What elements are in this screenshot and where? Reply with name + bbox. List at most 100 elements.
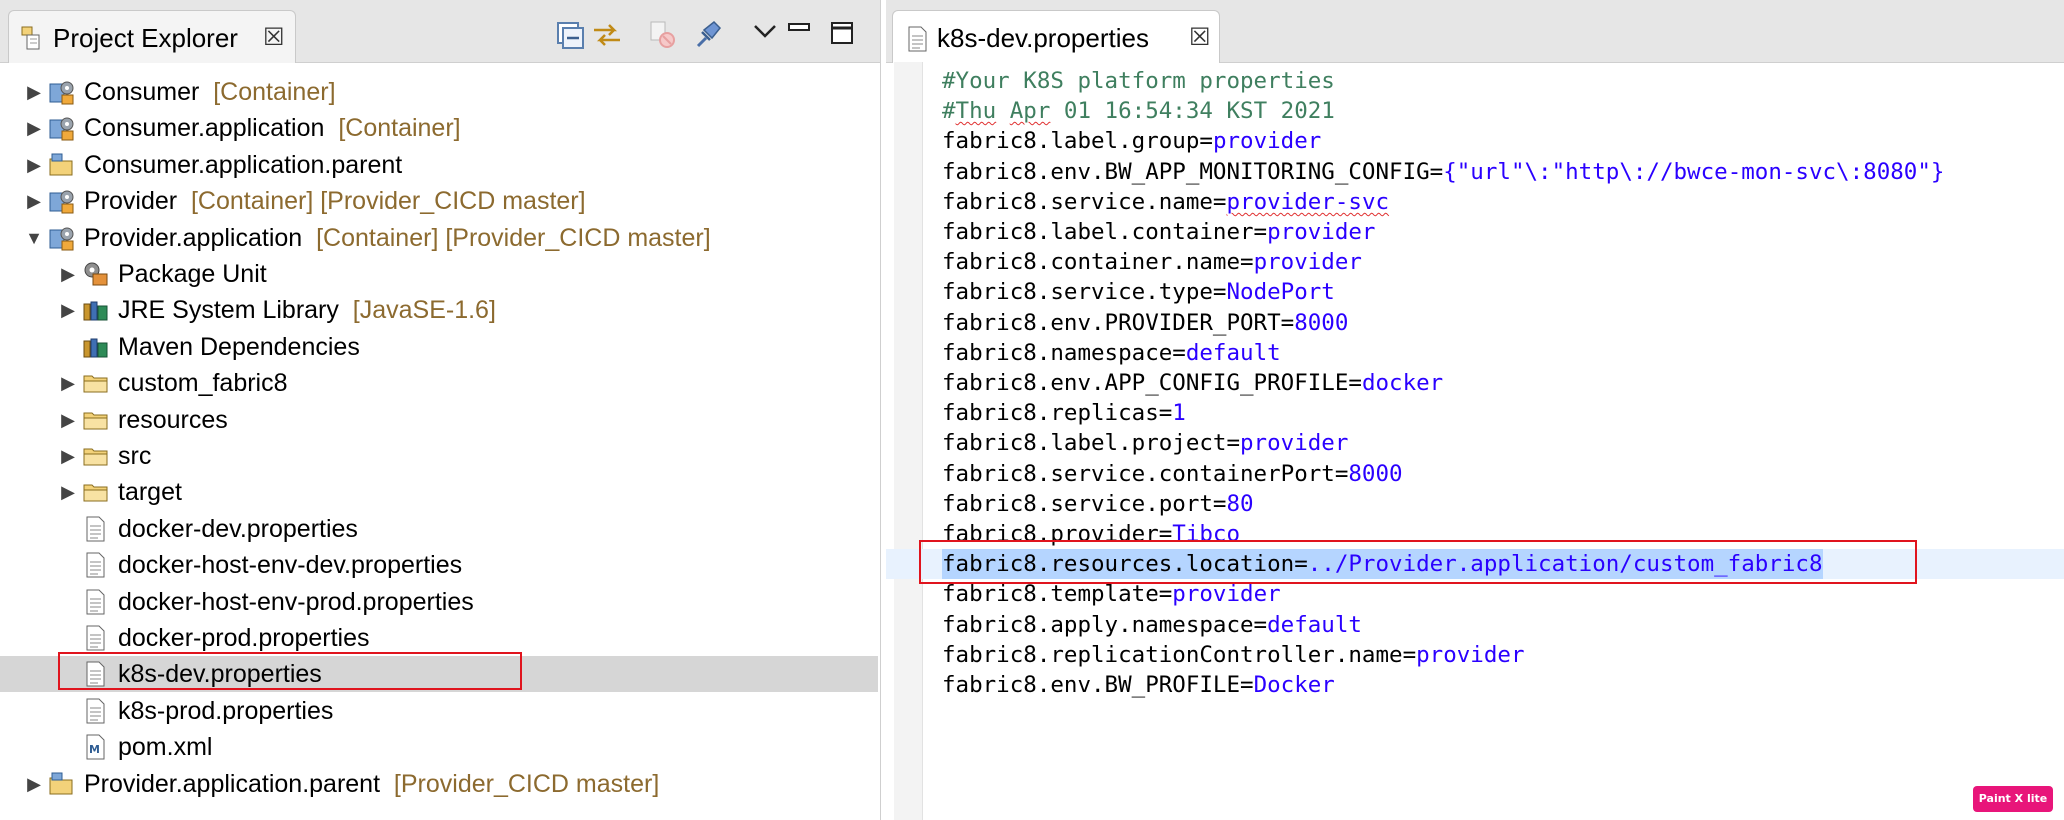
tree-item-label: docker-dev.properties — [118, 511, 358, 547]
tab-project-explorer[interactable]: Project Explorer ☒ — [8, 10, 296, 63]
collapsed-arrow-icon[interactable]: ▶ — [23, 110, 45, 146]
property-value: 8000 — [1348, 460, 1403, 487]
tree-item-label: target — [118, 474, 182, 510]
property-value: 80 — [1226, 490, 1254, 517]
tree-item-decoration: [Container] — [324, 114, 461, 143]
tree-item-label: Provider.application.parent [Provider_CI… — [84, 766, 659, 802]
collapsed-arrow-icon[interactable]: ▶ — [23, 183, 45, 219]
view-menu-chevron-icon[interactable] — [748, 16, 782, 50]
tree-item[interactable]: ▶ JRE System Library [JavaSE-1.6] — [0, 292, 878, 328]
tree-item[interactable]: ▶ resources — [0, 402, 878, 438]
collapsed-arrow-icon[interactable]: ▶ — [57, 438, 79, 474]
tree-item[interactable]: ▶ Consumer.application [Container] — [0, 110, 878, 146]
tree-item[interactable]: docker-prod.properties — [0, 620, 878, 656]
property-value: default — [1185, 339, 1281, 366]
folder-icon — [83, 484, 108, 502]
collapsed-arrow-icon[interactable]: ▶ — [23, 74, 45, 110]
property-key: fabric8.apply.namespace= — [942, 611, 1268, 638]
tree-item-name: Provider.application — [84, 223, 303, 252]
tree-item[interactable]: ▶ target — [0, 474, 878, 510]
expanded-arrow-icon[interactable]: ▼ — [23, 220, 45, 256]
svg-text:M: M — [89, 743, 100, 756]
tree-item-label: resources — [118, 402, 228, 438]
tree-item-label: src — [118, 438, 151, 474]
property-key: fabric8.container.name= — [942, 249, 1254, 276]
editor-tabbar: k8s-dev.properties ☒ — [886, 0, 2064, 63]
code-line-text: #Your K8S platform properties — [942, 66, 1335, 96]
tree-item[interactable]: ▶ src — [0, 438, 878, 474]
tree-item[interactable]: Mpom.xml — [0, 729, 878, 765]
code-line-text: fabric8.container.name=provider — [942, 247, 1362, 277]
tree-item[interactable]: docker-host-env-dev.properties — [0, 547, 878, 583]
filter-disabled-icon[interactable] — [645, 18, 679, 52]
code-line: fabric8.env.APP_CONFIG_PROFILE=docker — [886, 368, 2064, 398]
collapsed-arrow-icon[interactable]: ▶ — [57, 365, 79, 401]
code-line: #Thu Apr 01 16:54:34 KST 2021 — [886, 96, 2064, 126]
tree-item-name: custom_fabric8 — [118, 369, 288, 398]
folder-icon — [83, 412, 108, 430]
tree-item[interactable]: docker-host-env-prod.properties — [0, 584, 878, 620]
property-value: 1 — [1172, 400, 1186, 427]
tree-item-decoration: [Provider_CICD master] — [380, 769, 660, 798]
tree-item[interactable]: k8s-prod.properties — [0, 693, 878, 729]
collapsed-arrow-icon[interactable]: ▶ — [57, 402, 79, 438]
tree-item[interactable]: ▶ Provider [Container] [Provider_CICD mas… — [0, 183, 878, 219]
tab-k8s-dev-properties[interactable]: k8s-dev.properties ☒ — [892, 10, 1220, 63]
tree-item-name: docker-prod.properties — [118, 624, 370, 652]
code-line-text: fabric8.service.type=NodePort — [942, 277, 1335, 307]
tree-item-label: Consumer [Container] — [84, 74, 336, 110]
properties-file-icon — [86, 698, 105, 724]
tree-item-label: Consumer.application.parent — [84, 147, 402, 183]
watermark-badge: Paint X lite — [1973, 786, 2053, 812]
tree-item-name: resources — [118, 405, 228, 434]
properties-file-icon — [908, 26, 927, 52]
tree-item[interactable]: ▶ Consumer [Container] — [0, 74, 878, 110]
project-tree: ▶ Consumer [Container] ▶ Consumer.applicati… — [0, 62, 880, 820]
tree-item-label: Provider [Container] [Provider_CICD mast… — [84, 183, 586, 219]
tree-item[interactable]: ▶ Package Unit — [0, 256, 878, 292]
tree-item[interactable]: docker-dev.properties — [0, 511, 878, 547]
tree-item-label: Consumer.application [Container] — [84, 110, 461, 146]
collapse-all-icon[interactable] — [553, 18, 587, 52]
property-value: NodePort — [1226, 279, 1335, 306]
tree-item-name: Maven Dependencies — [118, 332, 360, 361]
code-line-text: fabric8.service.containerPort=8000 — [942, 459, 1403, 489]
link-with-editor-icon[interactable] — [590, 18, 624, 52]
code-line-text: fabric8.apply.namespace=default — [942, 610, 1362, 640]
property-key: fabric8.env.PROVIDER_PORT= — [942, 309, 1295, 336]
library-icon — [83, 301, 108, 321]
tree-item-decoration: [Container] [Provider_CICD master] — [177, 187, 586, 216]
package-unit-icon — [84, 262, 108, 286]
collapsed-arrow-icon[interactable]: ▶ — [23, 766, 45, 802]
properties-file-icon — [86, 516, 105, 542]
tree-item-name: k8s-prod.properties — [118, 696, 334, 725]
code-line-text: fabric8.replicationController.name=provi… — [942, 640, 1525, 670]
collapsed-arrow-icon[interactable]: ▶ — [57, 256, 79, 292]
editor-line-highlight-box — [919, 540, 1917, 584]
container-project-icon — [49, 190, 74, 214]
tree-item[interactable]: ▶ Consumer.application.parent — [0, 147, 878, 183]
properties-text-editor[interactable]: #Your K8S platform properties #Thu Apr 01… — [886, 66, 2064, 806]
tree-item[interactable]: Maven Dependencies — [0, 329, 878, 365]
collapsed-arrow-icon[interactable]: ▶ — [57, 292, 79, 328]
code-line: fabric8.label.group=provider — [886, 126, 2064, 156]
container-project-icon — [49, 227, 74, 251]
maximize-icon[interactable] — [826, 18, 860, 52]
comment-text: #Thu Apr 01 16:54:34 KST 2021 — [942, 98, 1335, 125]
tree-item[interactable]: ▶ custom_fabric8 — [0, 365, 878, 401]
property-key: fabric8.replicas= — [942, 400, 1173, 427]
code-line: fabric8.label.project=provider — [886, 428, 2064, 458]
property-key: fabric8.label.container= — [942, 219, 1268, 245]
tree-item[interactable]: ▼ Provider.application [Container] [Provi… — [0, 220, 878, 256]
tab-k8s-dev-properties-close-icon[interactable]: ☒ — [1189, 24, 1211, 52]
tree-item-name: Consumer.application.parent — [84, 150, 403, 179]
code-line: fabric8.container.name=provider — [886, 247, 2064, 277]
pin-icon[interactable] — [690, 18, 724, 52]
code-line-text: fabric8.env.APP_CONFIG_PROFILE=docker — [942, 368, 1443, 398]
tab-project-explorer-close-icon[interactable]: ☒ — [263, 24, 285, 52]
tree-item[interactable]: ▶ Provider.application.parent [Provider_C… — [0, 766, 878, 802]
code-line: fabric8.replicationController.name=provi… — [886, 640, 2064, 670]
collapsed-arrow-icon[interactable]: ▶ — [57, 474, 79, 510]
minimize-icon[interactable] — [783, 14, 817, 48]
collapsed-arrow-icon[interactable]: ▶ — [23, 147, 45, 183]
